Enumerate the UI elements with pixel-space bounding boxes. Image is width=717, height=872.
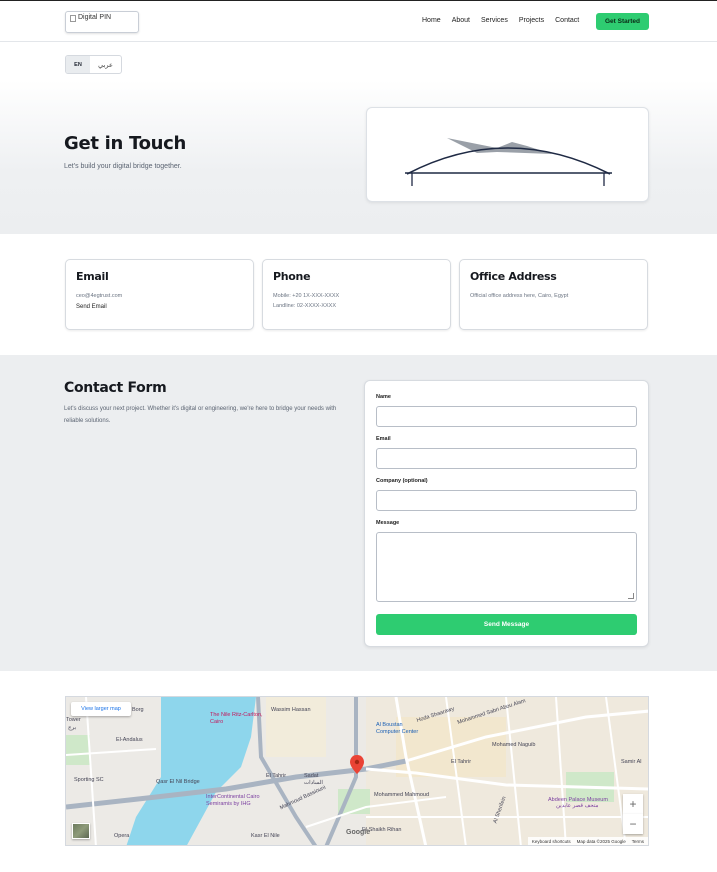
name-label: Name (376, 394, 391, 400)
name-input[interactable] (376, 406, 637, 427)
satellite-toggle-icon[interactable] (72, 823, 90, 839)
map-label-sadat-ar: السادات (304, 780, 323, 786)
map-label-sadat: Sadat (304, 773, 319, 779)
get-started-button[interactable]: Get Started (596, 13, 649, 30)
map-label-el-tahrir-2: El Tahrir (451, 759, 472, 765)
message-label: Message (376, 520, 400, 526)
office-card: Office Address Official office address h… (459, 259, 648, 330)
map-tiles[interactable] (66, 697, 649, 846)
bridge-illustration (405, 138, 612, 186)
office-card-title: Office Address (470, 270, 557, 283)
send-email-link[interactable]: Send Email (76, 304, 243, 310)
nav-links: Home About Services Projects Contact (422, 17, 590, 24)
contact-section: Contact Form Let's discuss your next pro… (0, 355, 717, 671)
map-label-mohammed-mahmoud: Mohammed Mahmoud (374, 792, 430, 798)
map-label-el-andalus: El-Andalus (116, 737, 143, 743)
phone-card: Phone Mobile: +20 1X-XXX-XXXX Landline: … (262, 259, 451, 330)
map-label-samir: Samir Al (621, 759, 642, 765)
lang-ar-button[interactable]: عربي (90, 56, 121, 73)
email-card: Email ceo@4egtrust.com Send Email (65, 259, 254, 330)
nav-link-contact[interactable]: Contact (555, 17, 579, 24)
nav-link-services[interactable]: Services (481, 17, 508, 24)
map-label-intercontinental: InterContinental Cairo Semiramis by IHG (206, 794, 260, 807)
map-label-abdeen-ar: متحف قصر عابدين (556, 803, 599, 809)
map-footer: Keyboard shortcuts Map data ©2025 Google… (527, 837, 648, 845)
site-logo[interactable]: Digital PIN (65, 11, 139, 33)
terms-link[interactable]: Terms (632, 839, 644, 844)
map-label-al-boustan: Al Boustan Computer Center (376, 722, 419, 735)
contact-form-title: Contact Form (64, 380, 167, 396)
top-navbar: Digital PIN Home About Services Projects… (0, 0, 717, 42)
map-label-el-tahrir: El Tahrir (266, 773, 287, 779)
map-label-sporting-sc: Sporting SC (74, 777, 104, 783)
landline-number: Landline: 02-XXXX-XXXX (273, 303, 336, 309)
message-textarea[interactable] (376, 532, 637, 602)
embedded-map[interactable]: Tower برج Borg The Nile Ritz-Carlton, Ca… (65, 696, 649, 846)
office-address: Official office address here, Cairo, Egy… (470, 293, 569, 299)
map-label-wassim: Wassim Hassan (271, 707, 311, 713)
resize-handle-icon[interactable] (628, 593, 634, 599)
mobile-number: Mobile: +20 1X-XXX-XXXX (273, 293, 340, 299)
contact-form: Name Email Company (optional) Message Se… (364, 380, 649, 647)
nav-link-home[interactable]: Home (422, 17, 441, 24)
page-subtitle: Let's build your digital bridge together… (64, 163, 182, 170)
email-address: ceo@4egtrust.com (76, 293, 123, 299)
send-message-button[interactable]: Send Message (376, 614, 637, 635)
zoom-out-button[interactable]: − (623, 814, 643, 834)
map-label-borg: Borg (132, 707, 144, 713)
map-label-qasr-bridge: Qasr El Nil Bridge (156, 779, 200, 785)
google-logo: Google (346, 829, 371, 836)
map-label-kasr-el-nile: Kasr El Nile (251, 833, 280, 839)
email-label: Email (376, 436, 391, 442)
company-label: Company (optional) (376, 478, 428, 484)
logo-alt-text: Digital PIN (78, 14, 112, 21)
company-input[interactable] (376, 490, 637, 511)
zoom-in-button[interactable]: + (623, 794, 643, 814)
map-data-attribution: Map data ©2025 Google (576, 838, 626, 844)
map-label-tower: Tower (66, 717, 81, 723)
nav-link-about[interactable]: About (452, 17, 470, 24)
contact-form-description: Let's discuss your next project. Whether… (64, 406, 337, 424)
phone-card-title: Phone (273, 270, 311, 283)
broken-image-icon (70, 15, 76, 22)
hero-section: Get in Touch Let's build your digital br… (0, 80, 717, 234)
map-label-ritz: The Nile Ritz-Carlton, Cairo (210, 712, 263, 725)
bridge-illustration-card (366, 107, 649, 202)
bridge-sail-shape (447, 138, 552, 154)
page-title: Get in Touch (64, 133, 187, 154)
nav-link-projects[interactable]: Projects (519, 17, 544, 24)
map-label-opera: Opera (114, 833, 130, 839)
map-label-mohamed-naguib: Mohamed Naguib (492, 742, 536, 748)
keyboard-shortcuts-link[interactable]: Keyboard shortcuts (532, 839, 571, 844)
email-card-title: Email (76, 270, 109, 283)
language-switcher: EN عربي (65, 55, 122, 74)
map-label-tower-ar: برج (68, 725, 77, 731)
lang-en-button[interactable]: EN (66, 56, 90, 73)
email-input[interactable] (376, 448, 637, 469)
view-larger-map-link[interactable]: View larger map (71, 702, 131, 716)
